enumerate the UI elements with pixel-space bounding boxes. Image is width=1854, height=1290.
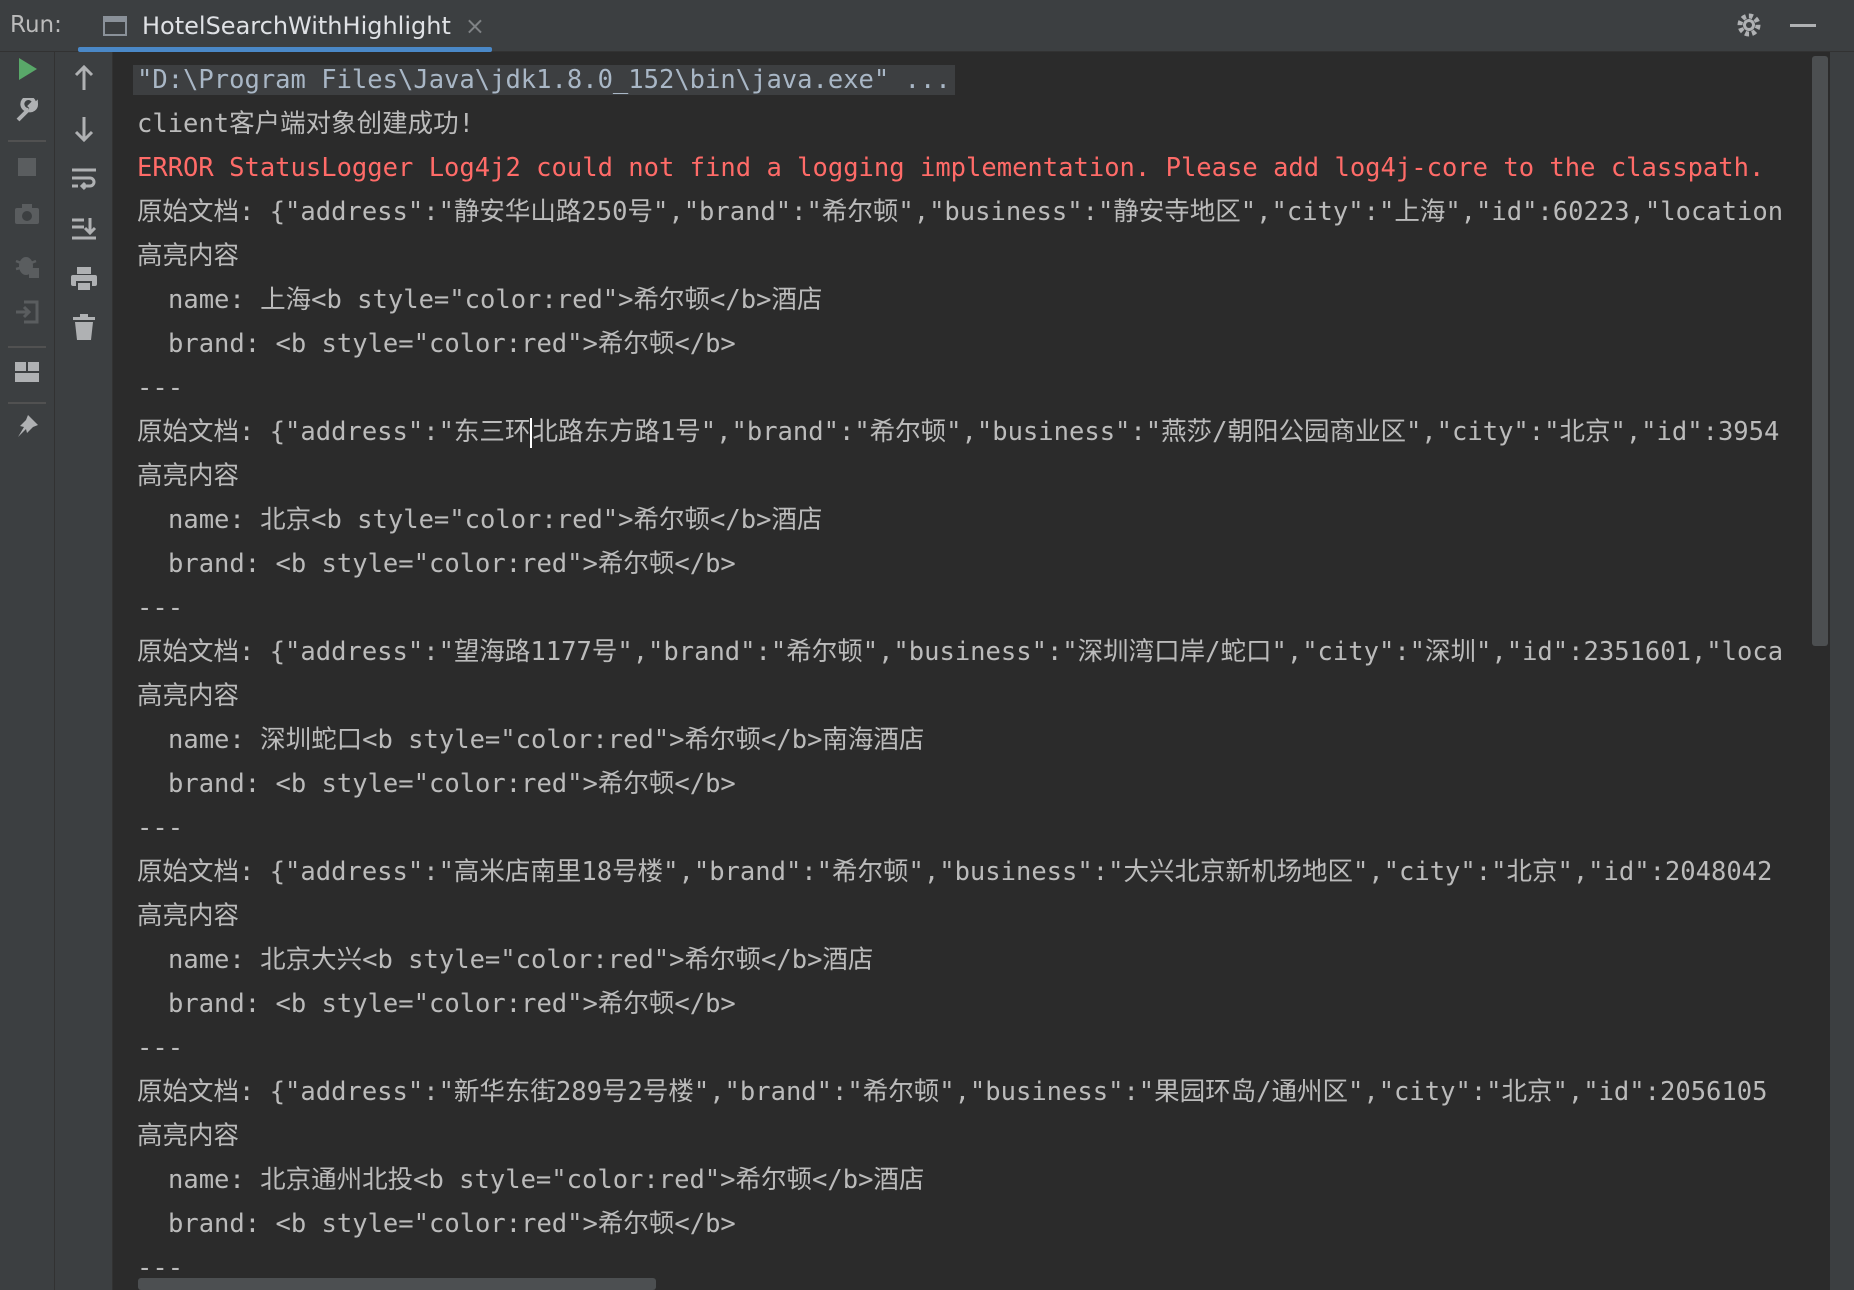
toolbar-divider — [8, 140, 46, 142]
console-line-original: 原始文档: {"address":"东三环北路东方路1号","brand":"希… — [137, 417, 1780, 448]
console-line-highlight-label: 高亮内容 — [137, 901, 240, 931]
tab-title: HotelSearchWithHighlight — [142, 12, 451, 40]
toolbar-divider — [8, 346, 46, 348]
console-line-name: name: 北京通州北投<b style="color:red">希尔顿</b>… — [168, 1165, 925, 1195]
right-tool-strip — [1830, 52, 1854, 1290]
wrench-icon[interactable] — [10, 94, 44, 128]
console-line-client: client客户端对象创建成功! — [137, 109, 474, 139]
console-line-separator: --- — [137, 813, 184, 843]
console-line-error: ERROR StatusLogger Log4j2 could not find… — [137, 153, 1765, 183]
console-line-brand: brand: <b style="color:red">希尔顿</b> — [168, 989, 736, 1019]
console-line-name: name: 深圳蛇口<b style="color:red">希尔顿</b>南海… — [168, 725, 925, 755]
horizontal-scrollbar-thumb[interactable] — [138, 1278, 656, 1290]
run-tool-window-header: Run: HotelSearchWithHighlight × — [0, 0, 1854, 52]
pin-icon[interactable] — [10, 410, 44, 444]
console-line-name: name: 北京<b style="color:red">希尔顿</b>酒店 — [168, 505, 823, 535]
camera-icon[interactable] — [10, 197, 44, 231]
stop-icon[interactable] — [10, 150, 44, 184]
up-arrow-icon[interactable] — [67, 61, 101, 95]
console-line-highlight-label: 高亮内容 — [137, 1121, 240, 1151]
down-arrow-icon[interactable] — [67, 112, 101, 146]
tab-hotel-search-with-highlight[interactable]: HotelSearchWithHighlight × — [78, 0, 492, 52]
console-line-separator: --- — [137, 1033, 184, 1063]
close-icon[interactable]: × — [465, 12, 485, 40]
run-label: Run: — [10, 12, 62, 38]
console-line-name: name: 上海<b style="color:red">希尔顿</b>酒店 — [168, 285, 823, 315]
console-line-separator: --- — [137, 373, 184, 403]
console-output[interactable]: "D:\Program Files\Java\jdk1.8.0_152\bin\… — [114, 52, 1808, 1290]
run-toolbar-primary — [0, 52, 55, 1290]
minimize-icon[interactable] — [1790, 24, 1816, 27]
console-line-command: "D:\Program Files\Java\jdk1.8.0_152\bin\… — [133, 58, 1783, 102]
soft-wrap-icon[interactable] — [67, 162, 101, 196]
debug-bug-icon[interactable] — [10, 248, 44, 282]
console-line-separator: --- — [137, 593, 184, 623]
console-line-brand: brand: <b style="color:red">希尔顿</b> — [168, 549, 736, 579]
console-line-highlight-label: 高亮内容 — [137, 681, 240, 711]
console-line-brand: brand: <b style="color:red">希尔顿</b> — [168, 1209, 736, 1239]
console-line-original: 原始文档: {"address":"新华东街289号2号楼","brand":"… — [137, 1077, 1768, 1107]
trash-icon[interactable] — [67, 310, 101, 344]
console-line-highlight-label: 高亮内容 — [137, 461, 240, 491]
console-line-highlight-label: 高亮内容 — [137, 241, 240, 271]
run-toolbar-secondary — [55, 52, 113, 1290]
toolbar-divider — [8, 402, 46, 404]
console-line-brand: brand: <b style="color:red">希尔顿</b> — [168, 769, 736, 799]
console-line-original: 原始文档: {"address":"静安华山路250号","brand":"希尔… — [137, 197, 1784, 227]
gear-icon[interactable] — [1734, 10, 1764, 40]
console-line-original: 原始文档: {"address":"高米店南里18号楼","brand":"希尔… — [137, 857, 1773, 887]
run-icon[interactable] — [10, 52, 44, 86]
scroll-to-end-icon[interactable] — [67, 212, 101, 246]
vertical-scrollbar-thumb[interactable] — [1812, 56, 1828, 646]
console-line-brand: brand: <b style="color:red">希尔顿</b> — [168, 329, 736, 359]
console-tab-icon — [103, 16, 127, 36]
console-line-name: name: 北京大兴<b style="color:red">希尔顿</b>酒店 — [168, 945, 874, 975]
layout-icon[interactable] — [10, 355, 44, 389]
console-line-original: 原始文档: {"address":"望海路1177号","brand":"希尔顿… — [137, 637, 1784, 667]
login-icon[interactable] — [10, 295, 44, 329]
print-icon[interactable] — [67, 262, 101, 296]
